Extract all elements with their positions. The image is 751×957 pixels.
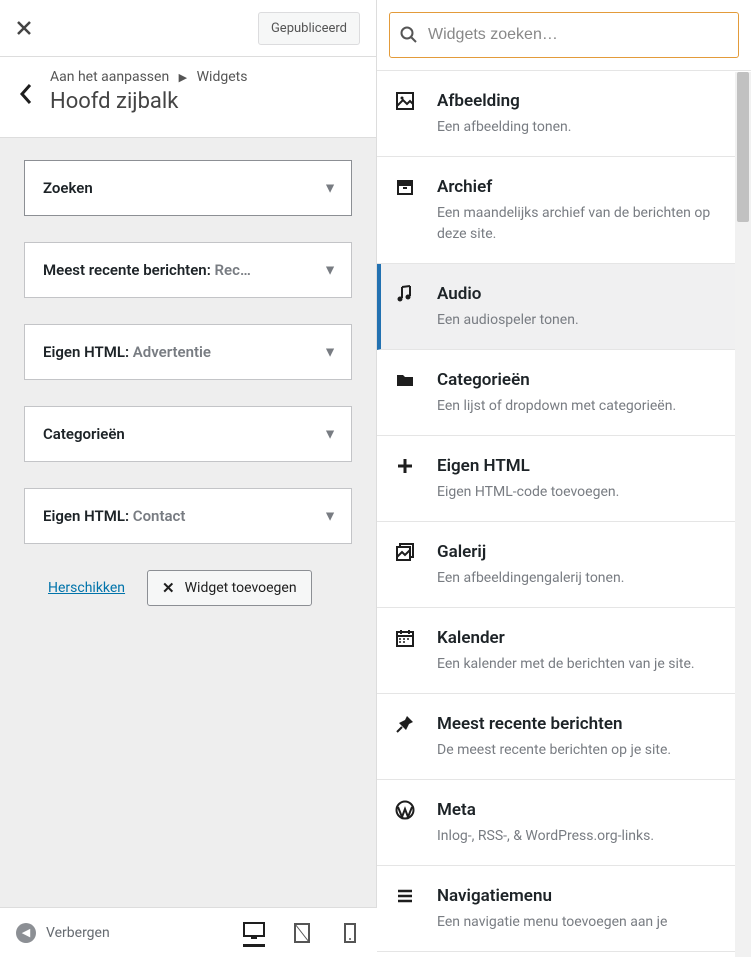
- top-bar: Gepubliceerd: [0, 0, 376, 57]
- close-button[interactable]: [0, 0, 48, 57]
- footer-bar: ◀ Verbergen: [0, 907, 377, 957]
- search-input[interactable]: [428, 26, 728, 44]
- available-widget-item[interactable]: Navigatiemenu Een navigatie menu toevoege…: [377, 866, 751, 952]
- device-mobile-button[interactable]: [339, 919, 361, 947]
- page-title: Hoofd zijbalk: [50, 89, 247, 114]
- widget-description: Een afbeelding tonen.: [437, 117, 735, 138]
- mobile-icon: [344, 923, 356, 943]
- widget-title: Meta: [437, 800, 735, 820]
- available-widget-item[interactable]: Archief Een maandelijks archief van de be…: [377, 157, 751, 264]
- available-widget-item[interactable]: Galerij Een afbeeldingengalerij tonen.: [377, 522, 751, 608]
- widget-title: Archief: [437, 177, 735, 197]
- breadcrumb: Aan het aanpassen ▶ Widgets: [50, 69, 247, 85]
- widget-description: Een maandelijks archief van de berichten…: [437, 203, 735, 245]
- add-widget-label: Widget toevoegen: [185, 580, 297, 596]
- widget-title: Galerij: [437, 542, 735, 562]
- gallery-icon: [395, 542, 417, 564]
- publish-status[interactable]: Gepubliceerd: [258, 12, 360, 45]
- section-header: Aan het aanpassen ▶ Widgets Hoofd zijbal…: [0, 57, 376, 138]
- device-tablet-button[interactable]: [291, 919, 313, 947]
- widget-name: Categorieën: [43, 425, 125, 443]
- widget-description: Een afbeeldingengalerij tonen.: [437, 568, 735, 589]
- available-widget-item[interactable]: Eigen HTML Eigen HTML-code toevoegen.: [377, 436, 751, 522]
- chevron-down-icon: ▼: [323, 426, 337, 443]
- archive-icon: [395, 177, 417, 199]
- collapse-icon: ◀: [16, 923, 36, 943]
- widget-actions: Herschikken ✕ Widget toevoegen: [24, 570, 352, 618]
- widget-title: Kalender: [437, 628, 735, 648]
- device-preview-toggles: [243, 919, 361, 947]
- widget-name: Eigen HTML: [43, 343, 125, 361]
- breadcrumb-current: Widgets: [197, 69, 248, 85]
- close-icon: ✕: [162, 579, 175, 597]
- widget-item[interactable]: Eigen HTML: Contact ▼: [24, 488, 352, 544]
- available-widget-item[interactable]: Afbeelding Een afbeelding tonen.: [377, 71, 751, 157]
- search-icon: [400, 26, 418, 44]
- widget-sub: Contact: [133, 507, 186, 525]
- widget-name: Zoeken: [43, 179, 93, 197]
- image-icon: [395, 91, 417, 113]
- available-widget-item[interactable]: Kalender Een kalender met de berichten va…: [377, 608, 751, 694]
- customizer-sidebar: Gepubliceerd Aan het aanpassen ▶ Widgets…: [0, 0, 377, 957]
- wordpress-icon: [395, 800, 417, 822]
- widget-item[interactable]: Categorieën ▼: [24, 406, 352, 462]
- collapse-button[interactable]: ◀ Verbergen: [16, 923, 110, 943]
- available-widget-item[interactable]: Categorieën Een lijst of dropdown met cat…: [377, 350, 751, 436]
- widget-description: Een lijst of dropdown met categorieën.: [437, 396, 735, 417]
- widget-description: De meest recente berichten op je site.: [437, 740, 735, 761]
- widget-description: Eigen HTML-code toevoegen.: [437, 482, 735, 503]
- widget-title: Categorieën: [437, 370, 735, 390]
- close-icon: [16, 20, 32, 36]
- reorder-button[interactable]: Herschikken: [48, 580, 125, 596]
- add-widget-button[interactable]: ✕ Widget toevoegen: [147, 570, 312, 606]
- widget-item[interactable]: Eigen HTML: Advertentie ▼: [24, 324, 352, 380]
- chevron-down-icon: ▼: [323, 180, 337, 197]
- plus-icon: [395, 456, 417, 478]
- folder-icon: [395, 370, 417, 392]
- widget-title: Meest recente berichten: [437, 714, 735, 734]
- widget-name: Meest recente berichten: [43, 261, 207, 279]
- widget-description: Een kalender met de berichten van je sit…: [437, 654, 735, 675]
- widget-description: Inlog-, RSS-, & WordPress.org-links.: [437, 826, 735, 847]
- available-widget-item[interactable]: Meest recente berichten De meest recente …: [377, 694, 751, 780]
- chevron-down-icon: ▼: [323, 508, 337, 525]
- pin-icon: [395, 714, 417, 736]
- tablet-icon: [294, 923, 310, 943]
- scrollbar-thumb[interactable]: [737, 72, 749, 222]
- collapse-label: Verbergen: [46, 925, 110, 941]
- audio-icon: [395, 284, 417, 306]
- available-widget-item[interactable]: Audio Een audiospeler tonen.: [377, 264, 751, 350]
- widget-title: Audio: [437, 284, 735, 304]
- widget-item[interactable]: Meest recente berichten: Rec… ▼: [24, 242, 352, 298]
- widget-title: Eigen HTML: [437, 456, 735, 476]
- device-desktop-button[interactable]: [243, 919, 265, 947]
- widget-description: Een audiospeler tonen.: [437, 310, 735, 331]
- widget-description: Een navigatie menu toevoegen aan je: [437, 912, 735, 933]
- scrollbar[interactable]: [735, 72, 751, 957]
- widget-item[interactable]: Zoeken ▼: [24, 160, 352, 216]
- widget-name: Eigen HTML: [43, 507, 125, 525]
- back-button[interactable]: [2, 67, 50, 121]
- breadcrumb-root: Aan het aanpassen: [50, 69, 169, 85]
- menu-icon: [395, 886, 417, 908]
- widget-catalog: Afbeelding Een afbeelding tonen. Archief Ee…: [377, 70, 751, 955]
- widget-title: Afbeelding: [437, 91, 735, 111]
- available-widgets-panel: Afbeelding Een afbeelding tonen. Archief Ee…: [377, 0, 751, 957]
- widget-title: Navigatiemenu: [437, 886, 735, 906]
- desktop-icon: [243, 922, 265, 940]
- chevron-left-icon: [19, 83, 33, 105]
- available-widget-item[interactable]: Meta Inlog-, RSS-, & WordPress.org-links.: [377, 780, 751, 866]
- calendar-icon: [395, 628, 417, 650]
- widget-sub: Rec…: [215, 261, 251, 279]
- widget-search-box[interactable]: [389, 12, 739, 58]
- widget-list: Zoeken ▼ Meest recente berichten: Rec… ▼…: [0, 138, 376, 957]
- widget-sub: Advertentie: [133, 343, 211, 361]
- chevron-down-icon: ▼: [323, 344, 337, 361]
- chevron-down-icon: ▼: [323, 262, 337, 279]
